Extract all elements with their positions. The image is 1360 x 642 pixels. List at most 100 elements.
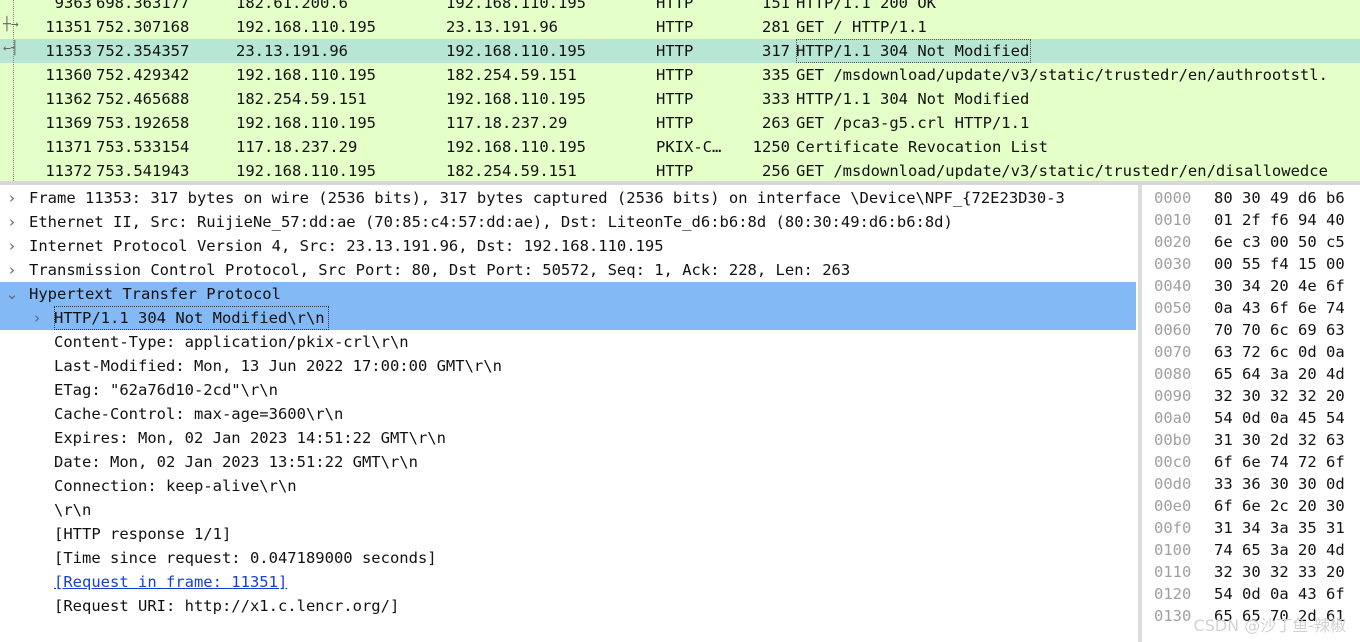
hex-row[interactable]: 0080 65 64 3a 20 4d <box>1142 363 1360 385</box>
hex-row[interactable]: 0100 74 65 3a 20 4d <box>1142 539 1360 561</box>
tree-item-http[interactable]: ⌄ Hypertext Transfer Protocol <box>0 282 1136 306</box>
tree-item-crlf[interactable]: \r\n <box>0 498 1136 522</box>
packet-time: 753.192658 <box>96 114 190 132</box>
packet-details-pane[interactable]: › Frame 11353: 317 bytes on wire (2536 b… <box>0 185 1138 642</box>
packet-length: 333 <box>762 90 790 108</box>
hex-row[interactable]: 0070 63 72 6c 0d 0a <box>1142 341 1360 363</box>
hex-offset: 0090 <box>1154 387 1192 405</box>
tree-item-label: [Time since request: 0.047189000 seconds… <box>54 549 437 567</box>
packet-destination: 192.168.110.195 <box>446 90 586 108</box>
hex-bytes: 32 30 32 33 20 <box>1214 563 1345 581</box>
chevron-down-icon[interactable]: ⌄ <box>5 282 19 306</box>
hex-row[interactable]: 00d0 33 36 30 30 0d <box>1142 473 1360 495</box>
tree-item-ethernet[interactable]: › Ethernet II, Src: RuijieNe_57:dd:ae (7… <box>0 210 1136 234</box>
packet-time: 753.533154 <box>96 138 190 156</box>
chevron-right-icon[interactable]: › <box>5 186 19 210</box>
packet-time: 752.465688 <box>96 90 190 108</box>
hex-bytes: 6f 6e 2c 20 30 <box>1214 497 1345 515</box>
hex-bytes: 70 70 6c 69 63 <box>1214 321 1345 339</box>
hex-row[interactable]: 0120 54 0d 0a 43 6f <box>1142 583 1360 605</box>
tree-item-label: [HTTP response 1/1] <box>54 525 232 543</box>
packet-info: GET /msdownload/update/v3/static/trusted… <box>796 66 1328 84</box>
request-frame-link[interactable]: [Request in frame: 11351] <box>54 570 287 594</box>
hex-offset: 00b0 <box>1154 431 1192 449</box>
tree-item-header[interactable]: ETag: "62a76d10-2cd"\r\n <box>0 378 1136 402</box>
hex-offset: 0130 <box>1154 607 1192 625</box>
packet-row[interactable]: 11351 752.307168 192.168.110.195 23.13.1… <box>0 15 1360 39</box>
packet-row[interactable]: 11362 752.465688 182.254.59.151 192.168.… <box>0 87 1360 111</box>
tree-item-header[interactable]: Expires: Mon, 02 Jan 2023 14:51:22 GMT\r… <box>0 426 1136 450</box>
packet-source: 192.168.110.195 <box>236 162 376 180</box>
chevron-right-icon[interactable]: › <box>30 306 44 330</box>
tree-item-label: Connection: keep-alive\r\n <box>54 477 297 495</box>
packet-info: GET /msdownload/update/v3/static/trusted… <box>796 162 1328 180</box>
packet-protocol: PKIX-C… <box>656 138 722 156</box>
hex-row[interactable]: 0090 32 30 32 32 20 <box>1142 385 1360 407</box>
tree-item-label: Ethernet II, Src: RuijieNe_57:dd:ae (70:… <box>29 213 953 231</box>
hex-row[interactable]: 00f0 31 34 3a 35 31 <box>1142 517 1360 539</box>
hex-offset: 0100 <box>1154 541 1192 559</box>
tree-item-ip[interactable]: › Internet Protocol Version 4, Src: 23.1… <box>0 234 1136 258</box>
packet-row[interactable]: 11372 753.541943 192.168.110.195 182.254… <box>0 159 1360 181</box>
hex-row[interactable]: 00c0 6f 6e 74 72 6f <box>1142 451 1360 473</box>
packet-destination: 117.18.237.29 <box>446 114 568 132</box>
hex-row[interactable]: 0010 01 2f f6 94 40 <box>1142 209 1360 231</box>
hex-offset: 00f0 <box>1154 519 1192 537</box>
packet-info: GET /pca3-g5.crl HTTP/1.1 <box>796 114 1030 132</box>
tree-item-label: \r\n <box>54 501 92 519</box>
packet-row-selected[interactable]: 11353 752.354357 23.13.191.96 192.168.11… <box>0 39 1360 63</box>
tree-item-label: Date: Mon, 02 Jan 2023 13:51:22 GMT\r\n <box>54 453 418 471</box>
hex-row[interactable]: 0040 30 34 20 4e 6f <box>1142 275 1360 297</box>
hex-row[interactable]: 0000 80 30 49 d6 b6 <box>1142 187 1360 209</box>
hex-row[interactable]: 0050 0a 43 6f 6e 74 <box>1142 297 1360 319</box>
packet-row[interactable]: 11371 753.533154 117.18.237.29 192.168.1… <box>0 135 1360 159</box>
tree-item-request-frame[interactable]: [Request in frame: 11351] <box>0 570 1136 594</box>
tree-item-response-count[interactable]: [HTTP response 1/1] <box>0 522 1136 546</box>
hex-offset: 00a0 <box>1154 409 1192 427</box>
tree-item-header[interactable]: Cache-Control: max-age=3600\r\n <box>0 402 1136 426</box>
packet-time: 753.541943 <box>96 162 190 180</box>
hex-offset: 0080 <box>1154 365 1192 383</box>
packet-length: 335 <box>762 66 790 84</box>
packet-bytes-pane[interactable]: 0000 80 30 49 d6 b6 0010 01 2f f6 94 40 00… <box>1142 185 1360 642</box>
tree-item-label: Cache-Control: max-age=3600\r\n <box>54 405 344 423</box>
hex-row[interactable]: 0020 6e c3 00 50 c5 <box>1142 231 1360 253</box>
packet-list[interactable]: 9363 698.363177 182.61.200.6 192.168.110… <box>0 0 1360 181</box>
hex-offset: 0110 <box>1154 563 1192 581</box>
hex-row[interactable]: 00a0 54 0d 0a 45 54 <box>1142 407 1360 429</box>
tree-item-header[interactable]: Connection: keep-alive\r\n <box>0 474 1136 498</box>
hex-bytes: 6e c3 00 50 c5 <box>1214 233 1345 251</box>
packet-row[interactable]: 11369 753.192658 192.168.110.195 117.18.… <box>0 111 1360 135</box>
tree-item-status-line[interactable]: › HTTP/1.1 304 Not Modified\r\n <box>0 306 1136 330</box>
packet-info: HTTP/1.1 200 OK <box>796 0 936 12</box>
hex-offset: 0120 <box>1154 585 1192 603</box>
hex-row[interactable]: 00e0 6f 6e 2c 20 30 <box>1142 495 1360 517</box>
hex-row[interactable]: 0060 70 70 6c 69 63 <box>1142 319 1360 341</box>
tree-item-frame[interactable]: › Frame 11353: 317 bytes on wire (2536 b… <box>0 186 1136 210</box>
hex-bytes: 80 30 49 d6 b6 <box>1214 189 1345 207</box>
tree-item-label: Expires: Mon, 02 Jan 2023 14:51:22 GMT\r… <box>54 429 446 447</box>
chevron-right-icon[interactable]: › <box>5 258 19 282</box>
tree-item-tcp[interactable]: › Transmission Control Protocol, Src Por… <box>0 258 1136 282</box>
tree-item-header[interactable]: Last-Modified: Mon, 13 Jun 2022 17:00:00… <box>0 354 1136 378</box>
packet-row[interactable]: 11360 752.429342 192.168.110.195 182.254… <box>0 63 1360 87</box>
packet-row[interactable]: 9363 698.363177 182.61.200.6 192.168.110… <box>0 0 1360 15</box>
tree-item-request-uri[interactable]: [Request URI: http://x1.c.lencr.org/] <box>0 594 1136 618</box>
related-packets-gutter: ┼→ ←┤ <box>0 0 26 181</box>
chevron-right-icon[interactable]: › <box>5 234 19 258</box>
hex-bytes: 65 64 3a 20 4d <box>1214 365 1345 383</box>
packet-source: 182.254.59.151 <box>236 90 367 108</box>
chevron-right-icon[interactable]: › <box>5 210 19 234</box>
tree-item-header[interactable]: Date: Mon, 02 Jan 2023 13:51:22 GMT\r\n <box>0 450 1136 474</box>
packet-destination: 192.168.110.195 <box>446 42 586 60</box>
packet-destination: 182.254.59.151 <box>446 162 577 180</box>
hex-row[interactable]: 00b0 31 30 2d 32 63 <box>1142 429 1360 451</box>
hex-row[interactable]: 0030 00 55 f4 15 00 <box>1142 253 1360 275</box>
packet-time: 698.363177 <box>96 0 190 12</box>
packet-destination: 182.254.59.151 <box>446 66 577 84</box>
hex-row[interactable]: 0110 32 30 32 33 20 <box>1142 561 1360 583</box>
tree-item-header[interactable]: Content-Type: application/pkix-crl\r\n <box>0 330 1136 354</box>
tree-item-time-since-request[interactable]: [Time since request: 0.047189000 seconds… <box>0 546 1136 570</box>
packet-length: 1250 <box>752 138 790 156</box>
hex-bytes: 74 65 3a 20 4d <box>1214 541 1345 559</box>
